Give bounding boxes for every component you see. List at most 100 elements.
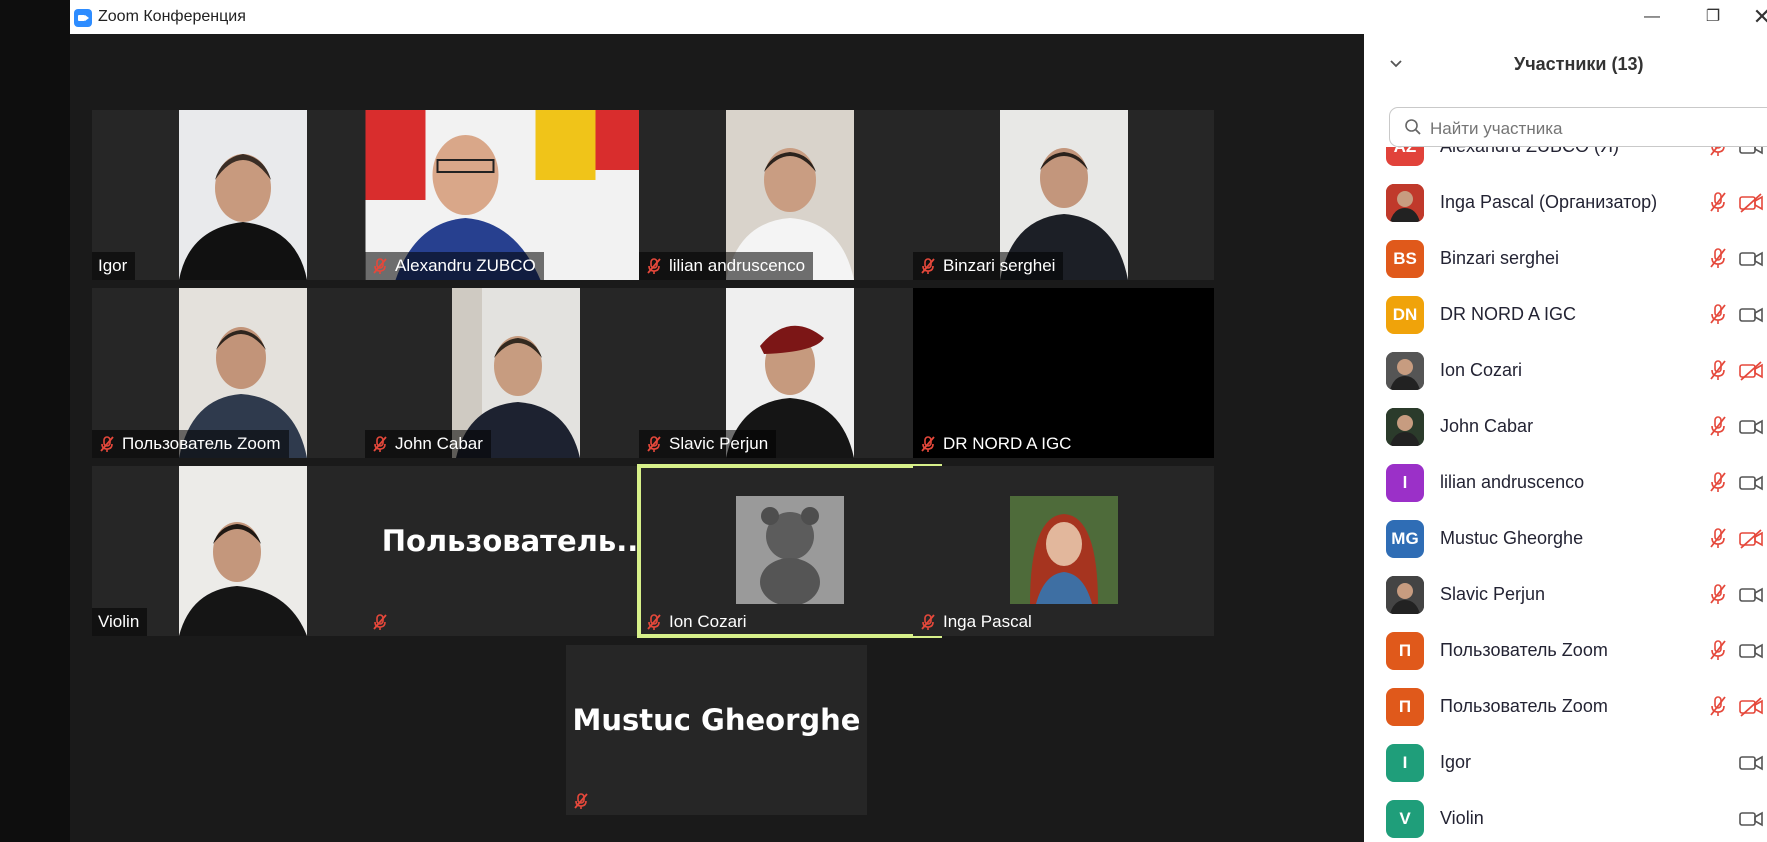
participant-row[interactable]: П Пользователь Zoom (1364, 623, 1767, 679)
muted-mic-icon[interactable] (1707, 527, 1729, 549)
participant-name: Igor (1440, 752, 1472, 772)
avatar: DN (1386, 296, 1424, 334)
participant-row[interactable]: Inga Pascal (Организатор) (1364, 175, 1767, 231)
participant-name: John Cabar (1440, 416, 1534, 436)
avatar: AZ (1386, 147, 1424, 166)
participant-name-display: Mustuc Gheorghe (572, 703, 861, 737)
muted-mic-icon[interactable] (1707, 359, 1729, 381)
video-icon[interactable] (1738, 472, 1764, 494)
participant-name: lilian andruscenco (1440, 472, 1585, 492)
participant-name: Inga Pascal (Организатор) (1440, 192, 1658, 212)
avatar: BS (1386, 240, 1424, 278)
participant-name: Mustuc Gheorghe (1440, 528, 1584, 548)
video-tile[interactable]: DR NORD A IGC (913, 288, 1214, 458)
avatar: П (1386, 632, 1424, 670)
participant-name-label: Slavic Perjun (639, 430, 777, 458)
participant-name-label: lilian andruscenco (639, 252, 814, 280)
participant-row[interactable]: John Cabar (1364, 399, 1767, 455)
video-icon[interactable] (1738, 147, 1764, 158)
participant-list[interactable]: AZ Alexandru ZUBCO (Я) Inga Pascal (Органи… (1364, 147, 1767, 842)
muted-mic-icon (371, 435, 389, 453)
muted-mic-icon[interactable] (1707, 639, 1729, 661)
search-field[interactable] (1389, 107, 1767, 147)
participant-row[interactable]: I Igor (1364, 735, 1767, 791)
participant-name-label: John Cabar (365, 430, 491, 458)
video-tile[interactable]: Igor (92, 110, 393, 280)
muted-mic-icon[interactable] (1707, 247, 1729, 269)
minimize-button[interactable]: — (1632, 4, 1672, 30)
muted-mic-icon[interactable] (1707, 471, 1729, 493)
video-icon[interactable] (1738, 416, 1764, 438)
video-tile[interactable]: Пользователь Zoom (92, 288, 393, 458)
participant-row[interactable]: Slavic Perjun (1364, 567, 1767, 623)
video-tile[interactable]: Mustuc Gheorghe (566, 645, 867, 815)
muted-mic-icon[interactable] (1707, 583, 1729, 605)
participant-video (178, 466, 307, 636)
video-icon[interactable] (1738, 808, 1764, 830)
avatar: l (1386, 464, 1424, 502)
video-off-icon[interactable] (1738, 528, 1764, 550)
video-tile-active-speaker[interactable]: Ion Cozari (637, 464, 942, 638)
video-icon[interactable] (1738, 640, 1764, 662)
participant-row[interactable]: Ion Cozari (1364, 343, 1767, 399)
video-tile[interactable]: Alexandru ZUBCO (365, 110, 666, 280)
participant-name: Пользователь Zoom (1440, 640, 1608, 660)
avatar: V (1386, 800, 1424, 838)
participant-name-display: Пользователь... (381, 524, 650, 558)
muted-mic-icon (919, 435, 937, 453)
close-button[interactable]: ✕ (1742, 4, 1767, 30)
muted-mic-icon (371, 257, 389, 275)
video-tile[interactable]: Violin (92, 466, 393, 636)
participant-name-label: DR NORD A IGC (913, 430, 1080, 458)
muted-mic-icon (645, 257, 663, 275)
search-icon (1404, 118, 1422, 136)
participant-name: Binzari serghei (1440, 248, 1560, 268)
video-tile[interactable]: Binzari serghei (913, 110, 1214, 280)
participant-name: Ion Cozari (1440, 360, 1523, 380)
participant-name-label: Inga Pascal (913, 608, 1040, 636)
restore-button[interactable]: ❐ (1693, 4, 1733, 30)
video-icon[interactable] (1738, 304, 1764, 326)
video-tile[interactable]: John Cabar (365, 288, 666, 458)
muted-mic-icon (645, 435, 663, 453)
participant-name-label (365, 608, 403, 636)
participant-name: Slavic Perjun (1440, 584, 1546, 604)
participant-avatar-image (1009, 496, 1118, 604)
muted-mic-icon[interactable] (1707, 415, 1729, 437)
window-title: Zoom Конференция (98, 8, 246, 25)
participant-row[interactable]: П Пользователь Zoom (1364, 679, 1767, 735)
video-tile[interactable]: lilian andruscenco (639, 110, 940, 280)
video-off-icon[interactable] (1738, 696, 1764, 718)
muted-mic-icon[interactable] (1707, 303, 1729, 325)
participant-row[interactable]: DN DR NORD A IGC (1364, 287, 1767, 343)
participant-name-label (566, 787, 604, 815)
video-off-icon[interactable] (1738, 192, 1764, 214)
muted-mic-icon (919, 613, 937, 631)
muted-mic-icon[interactable] (1707, 147, 1729, 157)
avatar: MG (1386, 520, 1424, 558)
participant-row[interactable]: BS Binzari serghei (1364, 231, 1767, 287)
video-icon[interactable] (1738, 584, 1764, 606)
video-icon[interactable] (1738, 752, 1764, 774)
avatar (1386, 576, 1424, 614)
video-off-icon[interactable] (1738, 360, 1764, 382)
chevron-down-icon[interactable] (1388, 56, 1404, 72)
participant-name: Пользователь Zoom (1440, 696, 1608, 716)
video-tile[interactable]: Slavic Perjun (639, 288, 940, 458)
participant-row[interactable]: AZ Alexandru ZUBCO (Я) (1364, 147, 1767, 175)
avatar (1386, 408, 1424, 446)
search-input[interactable] (1428, 116, 1762, 142)
panel-title: Участники (13) (1514, 54, 1644, 74)
video-icon[interactable] (1738, 248, 1764, 270)
participant-name-label: Пользователь Zoom (92, 430, 289, 458)
participant-row[interactable]: V Violin (1364, 791, 1767, 842)
muted-mic-icon[interactable] (1707, 695, 1729, 717)
video-tile[interactable]: Пользователь... (365, 466, 666, 636)
participant-row[interactable]: l lilian andruscenco (1364, 455, 1767, 511)
participant-name-label: Binzari serghei (913, 252, 1064, 280)
zoom-app-icon (74, 9, 92, 27)
avatar: П (1386, 688, 1424, 726)
participant-row[interactable]: MG Mustuc Gheorghe (1364, 511, 1767, 567)
video-tile[interactable]: Inga Pascal (913, 466, 1214, 636)
muted-mic-icon[interactable] (1707, 191, 1729, 213)
